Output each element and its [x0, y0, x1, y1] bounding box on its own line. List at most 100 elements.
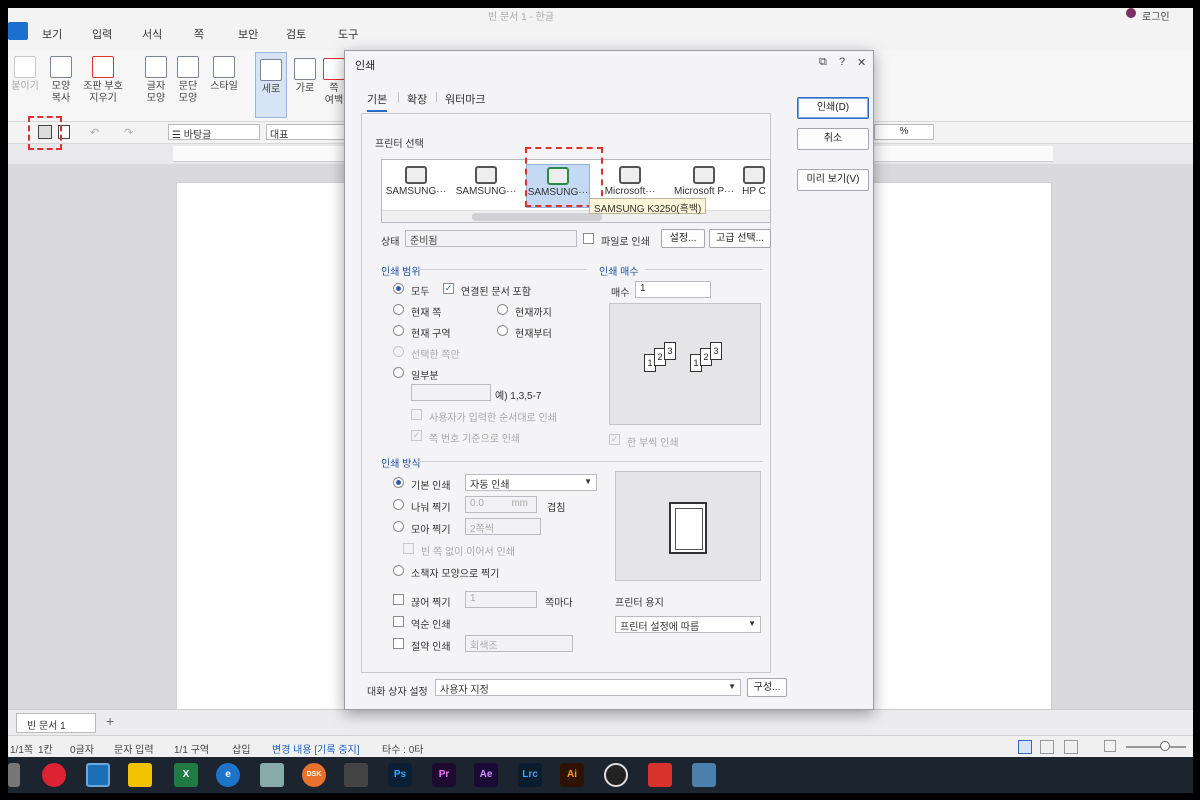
- paint-icon[interactable]: [260, 763, 284, 787]
- cancel-button[interactable]: 취소: [797, 128, 869, 150]
- tab-basic[interactable]: 기본: [367, 91, 388, 112]
- clear-format-button[interactable]: 조판 부호 지우기: [80, 56, 126, 105]
- range-selected-radio: [393, 346, 404, 357]
- printer-icon: [475, 166, 497, 184]
- style-select[interactable]: ☰ 바탕글: [168, 124, 260, 141]
- menu-insert[interactable]: 입력: [92, 26, 112, 42]
- document-tab[interactable]: 빈 문서 1: [16, 713, 96, 733]
- range-current-section-radio[interactable]: [393, 325, 404, 336]
- cut-value-input[interactable]: 1: [465, 591, 537, 608]
- method-collect-radio[interactable]: [393, 521, 404, 532]
- dialog-setting-select[interactable]: 사용자 지정 ▼: [435, 679, 741, 696]
- shape-copy-button[interactable]: 모양 복사: [46, 56, 76, 105]
- para-shape-button[interactable]: 문단 모양: [174, 56, 202, 105]
- font-select[interactable]: 대표: [266, 124, 346, 141]
- cut-checkbox[interactable]: [393, 594, 404, 605]
- landscape-button[interactable]: 가로: [291, 58, 319, 95]
- undo-icon[interactable]: ↶: [90, 126, 99, 139]
- menu-review[interactable]: 검토: [286, 26, 306, 42]
- page-margin-button[interactable]: 쪽 여백: [322, 58, 346, 107]
- printer-1[interactable]: SAMSUNG···: [384, 164, 448, 208]
- menu-tools[interactable]: 도구: [338, 26, 358, 42]
- file-explorer-icon[interactable]: [8, 763, 20, 787]
- view-multi-icon[interactable]: [1064, 740, 1078, 754]
- zoom-slider[interactable]: [1126, 746, 1186, 748]
- sticky-notes-icon[interactable]: [128, 763, 152, 787]
- menu-security[interactable]: 보안: [238, 26, 258, 42]
- method-split-radio[interactable]: [393, 499, 404, 510]
- app-icon[interactable]: [648, 763, 672, 787]
- scrollbar-thumb[interactable]: [472, 213, 602, 221]
- zoom-fit-icon[interactable]: [1104, 740, 1116, 752]
- status-insert[interactable]: 삽입: [232, 741, 250, 756]
- include-linked-checkbox[interactable]: ✓: [443, 283, 454, 294]
- file-menu-button[interactable]: [8, 22, 28, 40]
- range-partial-radio[interactable]: [393, 367, 404, 378]
- paper-select[interactable]: 프린터 설정에 따름 ▼: [615, 616, 761, 633]
- status-track-changes[interactable]: 변경 내용 [기록 중지]: [272, 741, 360, 756]
- char-shape-button[interactable]: 글자 모양: [142, 56, 170, 105]
- display-icon[interactable]: [692, 763, 716, 787]
- page-number-label: 쪽 번호 기준으로 인쇄: [429, 434, 521, 445]
- menu-page[interactable]: 쪽: [194, 26, 204, 42]
- printer-6[interactable]: HP C: [738, 164, 770, 208]
- internet-explorer-icon[interactable]: e: [216, 763, 240, 787]
- range-from-current-radio[interactable]: [497, 325, 508, 336]
- collect-select[interactable]: 2쪽씩: [465, 518, 541, 535]
- printer-list-scrollbar[interactable]: [382, 210, 770, 222]
- tab-extended[interactable]: 확장: [407, 91, 427, 107]
- printer-icon: [405, 166, 427, 184]
- method-section-title: 인쇄 방식: [381, 459, 421, 470]
- settings-button[interactable]: 설정...: [661, 229, 705, 248]
- hwp-icon[interactable]: [86, 763, 110, 787]
- help-icon[interactable]: ?: [839, 56, 845, 68]
- unit-select[interactable]: %: [874, 124, 934, 140]
- after-effects-icon[interactable]: Ae: [474, 763, 498, 787]
- range-current-page-radio[interactable]: [393, 304, 404, 315]
- help-window-icon[interactable]: ⧉: [819, 56, 827, 69]
- copies-input[interactable]: 1: [635, 281, 711, 298]
- print-to-file-label: 파일로 인쇄: [601, 237, 650, 248]
- print-to-file-checkbox[interactable]: [583, 233, 594, 244]
- method-booklet-radio[interactable]: [393, 565, 404, 576]
- premiere-icon[interactable]: Pr: [432, 763, 456, 787]
- excel-icon[interactable]: X: [174, 763, 198, 787]
- partial-range-input[interactable]: [411, 384, 491, 401]
- portrait-button[interactable]: 세로: [255, 52, 287, 118]
- redo-icon[interactable]: ↷: [124, 126, 133, 139]
- view-normal-icon[interactable]: [1018, 740, 1032, 754]
- photoshop-icon[interactable]: Ps: [388, 763, 412, 787]
- paste-button[interactable]: 붙이기: [10, 56, 40, 93]
- method-collect-label: 모아 찍기: [411, 525, 451, 536]
- add-tab-button[interactable]: +: [106, 713, 114, 729]
- login-link[interactable]: 로그인: [1142, 8, 1170, 23]
- advanced-button[interactable]: 고급 선택...: [709, 229, 771, 248]
- configure-button[interactable]: 구성...: [747, 678, 787, 697]
- reverse-checkbox[interactable]: [393, 616, 404, 627]
- menu-format[interactable]: 서식: [142, 26, 162, 42]
- range-all-radio[interactable]: [393, 283, 404, 294]
- lightroom-icon[interactable]: Lrc: [518, 763, 542, 787]
- dsk-icon[interactable]: DSK: [302, 763, 326, 787]
- printer-2[interactable]: SAMSUNG···: [454, 164, 518, 208]
- print-button[interactable]: 인쇄(D): [797, 97, 869, 119]
- chrome-icon[interactable]: [42, 763, 66, 787]
- range-to-current-radio[interactable]: [497, 304, 508, 315]
- illustrator-icon[interactable]: Ai: [560, 763, 584, 787]
- menu-view[interactable]: 보기: [42, 26, 62, 42]
- tab-watermark[interactable]: 워터마크: [445, 91, 485, 107]
- saving-checkbox[interactable]: [393, 638, 404, 649]
- calculator-icon[interactable]: [344, 763, 368, 787]
- method-booklet-label: 소책자 모양으로 찍기: [411, 569, 500, 580]
- view-page-icon[interactable]: [1040, 740, 1054, 754]
- obs-icon[interactable]: [604, 763, 628, 787]
- preview-button[interactable]: 미리 보기(V): [797, 169, 869, 191]
- close-icon[interactable]: ✕: [857, 56, 866, 69]
- style-button[interactable]: 스타일: [206, 56, 242, 93]
- zoom-slider-handle[interactable]: [1160, 741, 1170, 751]
- page-preview-sheet: [669, 502, 707, 554]
- split-value-input[interactable]: 0.0 mm: [465, 496, 537, 513]
- saving-select[interactable]: 회색조: [465, 635, 573, 652]
- method-basic-radio[interactable]: [393, 477, 404, 488]
- method-basic-select[interactable]: 자동 인쇄 ▼: [465, 474, 597, 491]
